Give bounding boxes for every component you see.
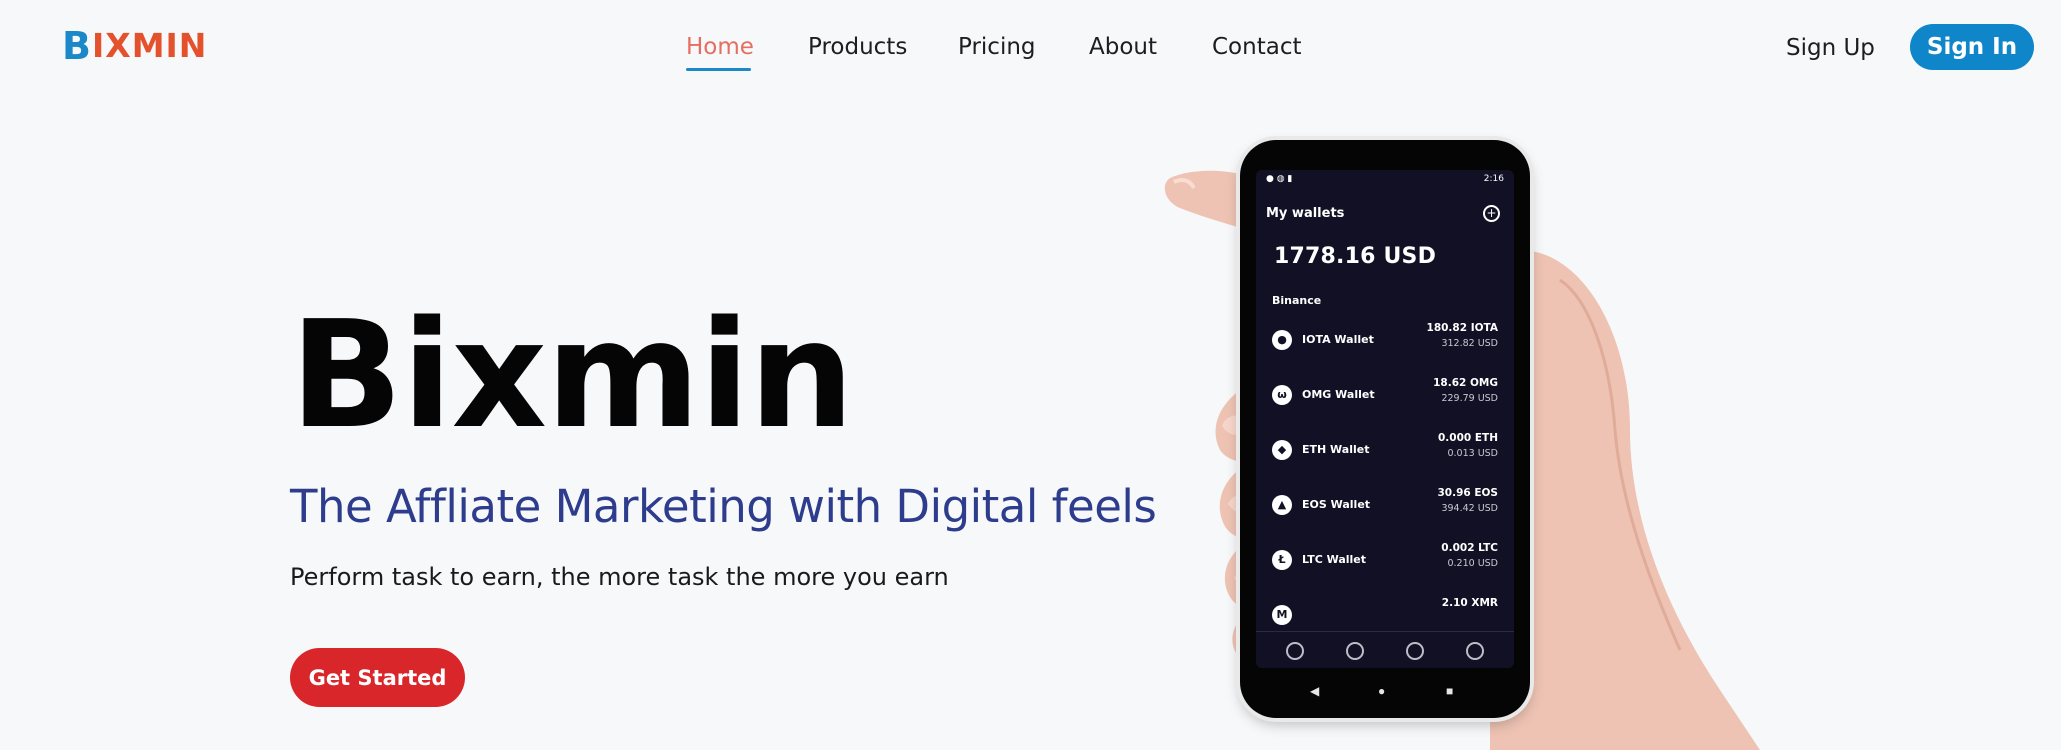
wallet-usd: 0.013 USD <box>1447 448 1498 459</box>
nav-contact[interactable]: Contact <box>1212 30 1301 64</box>
wallet-usd: 0.210 USD <box>1447 558 1498 569</box>
back-icon: ◀ <box>1310 684 1320 698</box>
status-time: 2:16 <box>1483 174 1504 184</box>
nav-pricing[interactable]: Pricing <box>958 30 1036 64</box>
wallet-tab-icon <box>1346 642 1364 660</box>
wallet-name: ETH Wallet <box>1302 443 1370 456</box>
omg-icon: ω <box>1272 385 1292 405</box>
wallet-usd: 394.42 USD <box>1441 503 1498 514</box>
wallet-row: ● IOTA Wallet 180.82 IOTA 312.82 USD <box>1266 320 1504 370</box>
exchange-label: Binance <box>1272 294 1322 307</box>
sign-in-button[interactable]: Sign In <box>1910 24 2034 70</box>
home-icon: ● <box>1378 684 1386 698</box>
active-nav-underline <box>686 68 751 71</box>
phone-device: ● ◍ ▮ 2:16 My wallets + 1778.16 USD Bina… <box>1240 140 1530 718</box>
logo-initial: B <box>62 24 92 68</box>
nav-home[interactable]: Home <box>686 30 754 64</box>
wallet-name: OMG Wallet <box>1302 388 1375 401</box>
logo-text: IXMIN <box>91 26 208 65</box>
xmr-icon: M <box>1272 605 1292 625</box>
wallet-row: Ł LTC Wallet 0.002 LTC 0.210 USD <box>1266 540 1504 590</box>
wallet-usd: 229.79 USD <box>1441 393 1498 404</box>
nav-about[interactable]: About <box>1089 30 1157 64</box>
wallet-name: LTC Wallet <box>1302 553 1367 566</box>
status-bar: ● ◍ ▮ 2:16 <box>1266 174 1504 184</box>
exchange-tab-icon <box>1406 642 1424 660</box>
chart-tab-icon <box>1286 642 1304 660</box>
wallet-row: ◆ ETH Wallet 0.000 ETH 0.013 USD <box>1266 430 1504 480</box>
wallet-name: EOS Wallet <box>1302 498 1371 511</box>
eos-icon: ▲ <box>1272 495 1292 515</box>
wallet-usd: 312.82 USD <box>1441 338 1498 349</box>
phone-nav-buttons: ◀ ● ■ <box>1310 684 1460 704</box>
hero-subtitle: The Affliate Marketing with Digital feel… <box>290 480 1157 533</box>
wallet-total: 1778.16 USD <box>1274 244 1437 269</box>
wallet-amount: 30.96 EOS <box>1437 487 1498 499</box>
hero-title: Bixmin <box>290 289 854 461</box>
wallet-name: IOTA Wallet <box>1302 333 1374 346</box>
logo[interactable]: B IXMIN <box>62 26 207 66</box>
hero-description: Perform task to earn, the more task the … <box>290 563 949 591</box>
profile-tab-icon <box>1466 642 1484 660</box>
iota-icon: ● <box>1272 330 1292 350</box>
get-started-button[interactable]: Get Started <box>290 648 465 707</box>
hero-phone-illustration: ● ◍ ▮ 2:16 My wallets + 1778.16 USD Bina… <box>1160 130 1780 750</box>
recents-icon: ■ <box>1446 684 1454 698</box>
wallet-amount: 0.000 ETH <box>1438 432 1498 444</box>
wallet-amount: 2.10 XMR <box>1441 597 1498 609</box>
app-tab-bar <box>1256 631 1514 668</box>
wallet-row: ω OMG Wallet 18.62 OMG 229.79 USD <box>1266 375 1504 425</box>
eth-icon: ◆ <box>1272 440 1292 460</box>
wallet-amount: 18.62 OMG <box>1433 377 1498 389</box>
sign-up-link[interactable]: Sign Up <box>1786 31 1875 65</box>
wallet-row: ▲ EOS Wallet 30.96 EOS 394.42 USD <box>1266 485 1504 535</box>
wallet-amount: 180.82 IOTA <box>1426 322 1498 334</box>
ltc-icon: Ł <box>1272 550 1292 570</box>
add-wallet-icon: + <box>1483 205 1500 222</box>
wallet-amount: 0.002 LTC <box>1441 542 1498 554</box>
phone-screen: ● ◍ ▮ 2:16 My wallets + 1778.16 USD Bina… <box>1256 170 1514 668</box>
nav-products[interactable]: Products <box>808 30 907 64</box>
wallets-header: My wallets <box>1266 206 1345 221</box>
